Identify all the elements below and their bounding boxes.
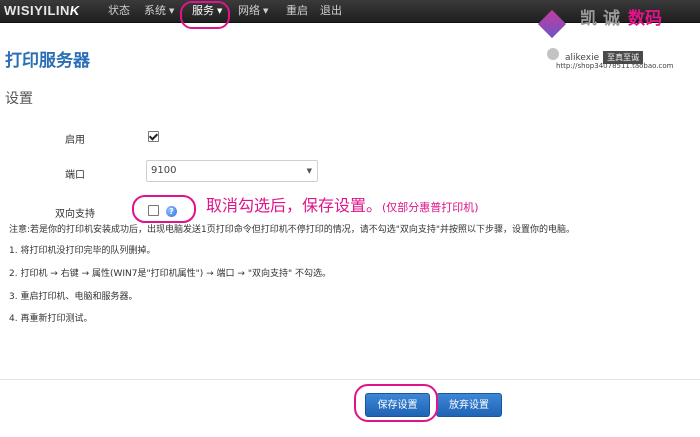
caret-down-icon: ▼: [169, 7, 175, 15]
annotation-text: 取消勾选后，保存设置。(仅部分惠普打印机): [206, 192, 479, 216]
nav-item-label: 重启: [286, 4, 308, 17]
discard-button[interactable]: 放弃设置: [436, 393, 502, 417]
bidirectional-label: 双向支持: [55, 209, 95, 220]
avatar-icon: [547, 48, 559, 60]
nav-item-label: 系统: [144, 4, 166, 17]
caret-down-icon: ▼: [217, 7, 223, 15]
port-label: 端口: [65, 170, 85, 181]
note-line: 3. 重启打印机、电脑和服务器。: [9, 292, 138, 302]
port-select-value: 9100: [151, 165, 177, 176]
note-line: 4. 再重新打印测试。: [9, 314, 93, 324]
nav-item-label: 退出: [320, 4, 342, 17]
brand-logo-text: WISIYILIN: [4, 3, 70, 18]
port-select[interactable]: 9100 ▼: [146, 160, 318, 182]
brand-logo[interactable]: WISIYILINK: [4, 2, 82, 20]
nav-item-services[interactable]: 服务 ▼: [192, 0, 222, 22]
note-line: 1. 将打印机没打印完毕的队列删掉。: [9, 246, 156, 256]
question-icon[interactable]: ?: [166, 206, 177, 217]
enable-label: 启用: [65, 135, 85, 146]
annotation-main: 取消勾选后，保存设置。: [206, 196, 383, 215]
annotation-sub: (仅部分惠普打印机): [382, 201, 479, 214]
footer-divider: [0, 379, 700, 380]
nav-item-logout[interactable]: 退出: [320, 0, 342, 22]
nav-item-label: 服务: [192, 4, 214, 17]
brand-logo-k: K: [68, 3, 82, 18]
watermark-url: http://shop34078511.taobao.com: [556, 62, 674, 70]
caret-down-icon: ▼: [263, 7, 269, 15]
highlight-oval-bidirectional: [132, 195, 196, 223]
note-line: 注意:若是你的打印机安装成功后，出现电脑发送1页打印命令但打印机不停打印的情况，…: [9, 225, 576, 235]
nav-item-network[interactable]: 网络 ▼: [238, 0, 268, 22]
chevron-down-icon: ▼: [306, 167, 312, 175]
nav-item-system[interactable]: 系统 ▼: [144, 0, 174, 22]
page-title: 打印服务器: [5, 51, 90, 71]
save-button[interactable]: 保存设置: [365, 393, 430, 417]
nav-item-label: 网络: [238, 4, 260, 17]
enable-checkbox[interactable]: [148, 131, 159, 142]
shop-watermark: 凯诚数码 alikexie 至真至诚 http://shop34078511.ta…: [537, 4, 700, 74]
section-title: 设置: [5, 91, 33, 107]
bidirectional-checkbox[interactable]: [148, 205, 159, 216]
nav-item-status[interactable]: 状态: [108, 0, 130, 22]
diamond-logo-icon: [537, 9, 567, 39]
nav-item-reboot[interactable]: 重启: [286, 0, 308, 22]
note-line: 2. 打印机 → 右键 → 属性(WIN7是"打印机属性") → 端口 → "双…: [9, 269, 331, 279]
nav-item-label: 状态: [108, 4, 130, 17]
watermark-brand: 凯诚数码: [580, 9, 662, 29]
watermark-id-row: alikexie 至真至诚: [565, 45, 644, 64]
